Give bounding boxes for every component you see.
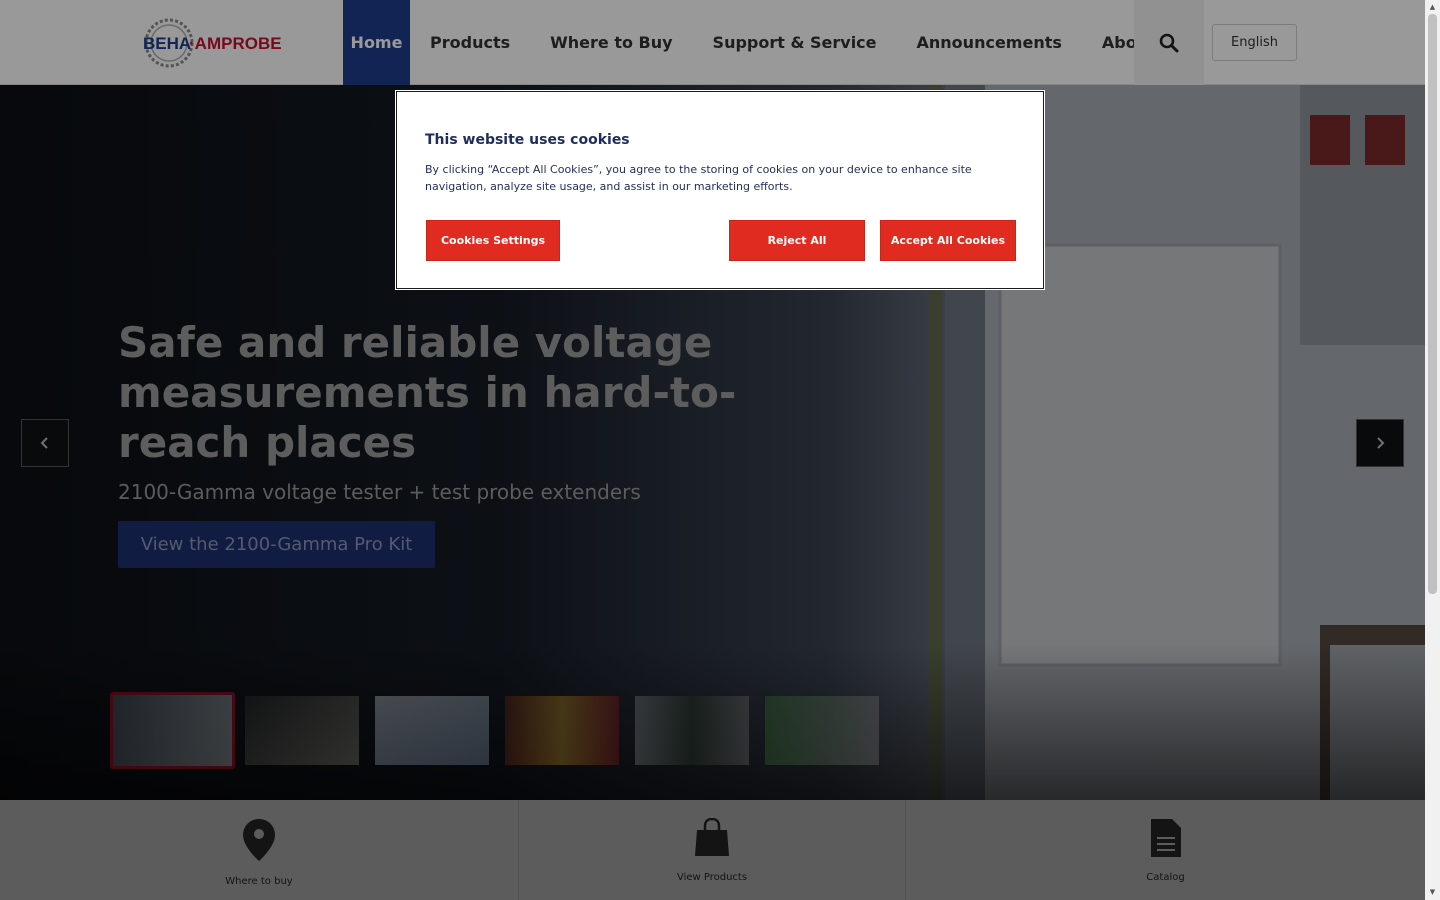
cookie-dialog-text: By clicking “Accept All Cookies”, you ag…	[425, 163, 972, 193]
cookie-dialog-title: This website uses cookies	[425, 132, 630, 148]
cookie-consent-dialog: This website uses cookies By clicking “A…	[395, 90, 1045, 290]
reject-all-button[interactable]: Reject All	[729, 220, 865, 261]
accept-all-cookies-button[interactable]: Accept All Cookies	[880, 220, 1016, 261]
scroll-up-arrow-icon[interactable]: ▲	[1428, 3, 1437, 11]
scrollbar-thumb[interactable]	[1428, 14, 1437, 594]
cookies-settings-button[interactable]: Cookies Settings	[426, 220, 560, 261]
page-scrollbar[interactable]: ▲ ▼	[1425, 0, 1440, 900]
scroll-down-arrow-icon[interactable]: ▼	[1428, 888, 1437, 896]
